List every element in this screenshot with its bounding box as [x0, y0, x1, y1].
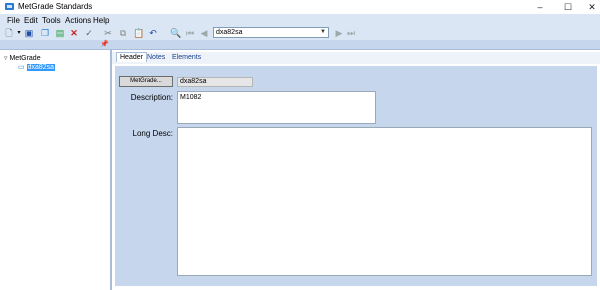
menu-bar: File Edit Tools Actions Help: [0, 14, 600, 26]
title-bar: MetGrade Standards – ☐ ✕: [0, 0, 600, 14]
tree-view: ▿ MetGrade ▭ dxa82sa: [0, 50, 112, 290]
window-title: MetGrade Standards: [18, 2, 93, 11]
next-icon[interactable]: ▶: [334, 28, 344, 38]
tab-elements[interactable]: Elements: [172, 54, 201, 61]
cut-icon[interactable]: ✂: [103, 28, 113, 38]
item-icon: ▭: [18, 64, 25, 71]
undo-icon[interactable]: ↶: [148, 28, 158, 38]
menu-help[interactable]: Help: [93, 16, 109, 25]
description-label: Description:: [130, 93, 173, 102]
code-field: dxa82sa: [177, 77, 253, 87]
tree-header: 📌: [0, 40, 112, 50]
tree-root[interactable]: ▿ MetGrade: [4, 54, 41, 62]
dropdown-arrow-icon[interactable]: ▾: [14, 28, 24, 38]
long-desc-label: Long Desc:: [132, 129, 173, 138]
paste-icon[interactable]: 📋: [133, 28, 144, 38]
chevron-down-icon[interactable]: ▼: [319, 29, 327, 36]
first-icon[interactable]: ⏮: [185, 28, 195, 38]
long-desc-field[interactable]: [177, 127, 592, 276]
pin-icon[interactable]: 📌: [100, 40, 109, 48]
app-icon: [5, 3, 14, 10]
menu-edit[interactable]: Edit: [24, 16, 38, 25]
close-button[interactable]: ✕: [580, 0, 600, 14]
find-icon[interactable]: 🔍: [170, 28, 181, 38]
tree-root-label: MetGrade: [9, 55, 41, 62]
content-header: [112, 40, 600, 50]
copy-icon[interactable]: ⧉: [118, 28, 128, 38]
record-combo[interactable]: dxa82sa ▼: [213, 27, 329, 38]
menu-actions[interactable]: Actions: [65, 16, 91, 25]
tab-header[interactable]: Header: [116, 52, 147, 62]
new-icon[interactable]: 🗋: [4, 28, 14, 38]
tab-notes[interactable]: Notes: [147, 54, 165, 61]
delete-icon[interactable]: ✕: [69, 28, 79, 38]
export-icon[interactable]: ▤: [55, 28, 65, 38]
check-icon[interactable]: ✓: [84, 28, 94, 38]
description-field[interactable]: M1082: [177, 91, 376, 124]
menu-tools[interactable]: Tools: [42, 16, 61, 25]
save-icon[interactable]: ▣: [24, 28, 34, 38]
tree-item-dxa82sa[interactable]: ▭ dxa82sa: [18, 63, 56, 71]
record-combo-value: dxa82sa: [216, 29, 243, 36]
minimize-button[interactable]: –: [528, 0, 552, 14]
maximize-button[interactable]: ☐: [556, 0, 580, 14]
tree-item-label: dxa82sa: [26, 64, 56, 71]
copy-doc-icon[interactable]: ❐: [40, 28, 50, 38]
metgrade-button[interactable]: MetGrade...: [119, 76, 173, 87]
collapse-icon[interactable]: ▿: [4, 55, 8, 62]
prev-icon[interactable]: ◀: [199, 28, 209, 38]
menu-file[interactable]: File: [7, 16, 20, 25]
last-icon[interactable]: ⏭: [346, 28, 356, 38]
